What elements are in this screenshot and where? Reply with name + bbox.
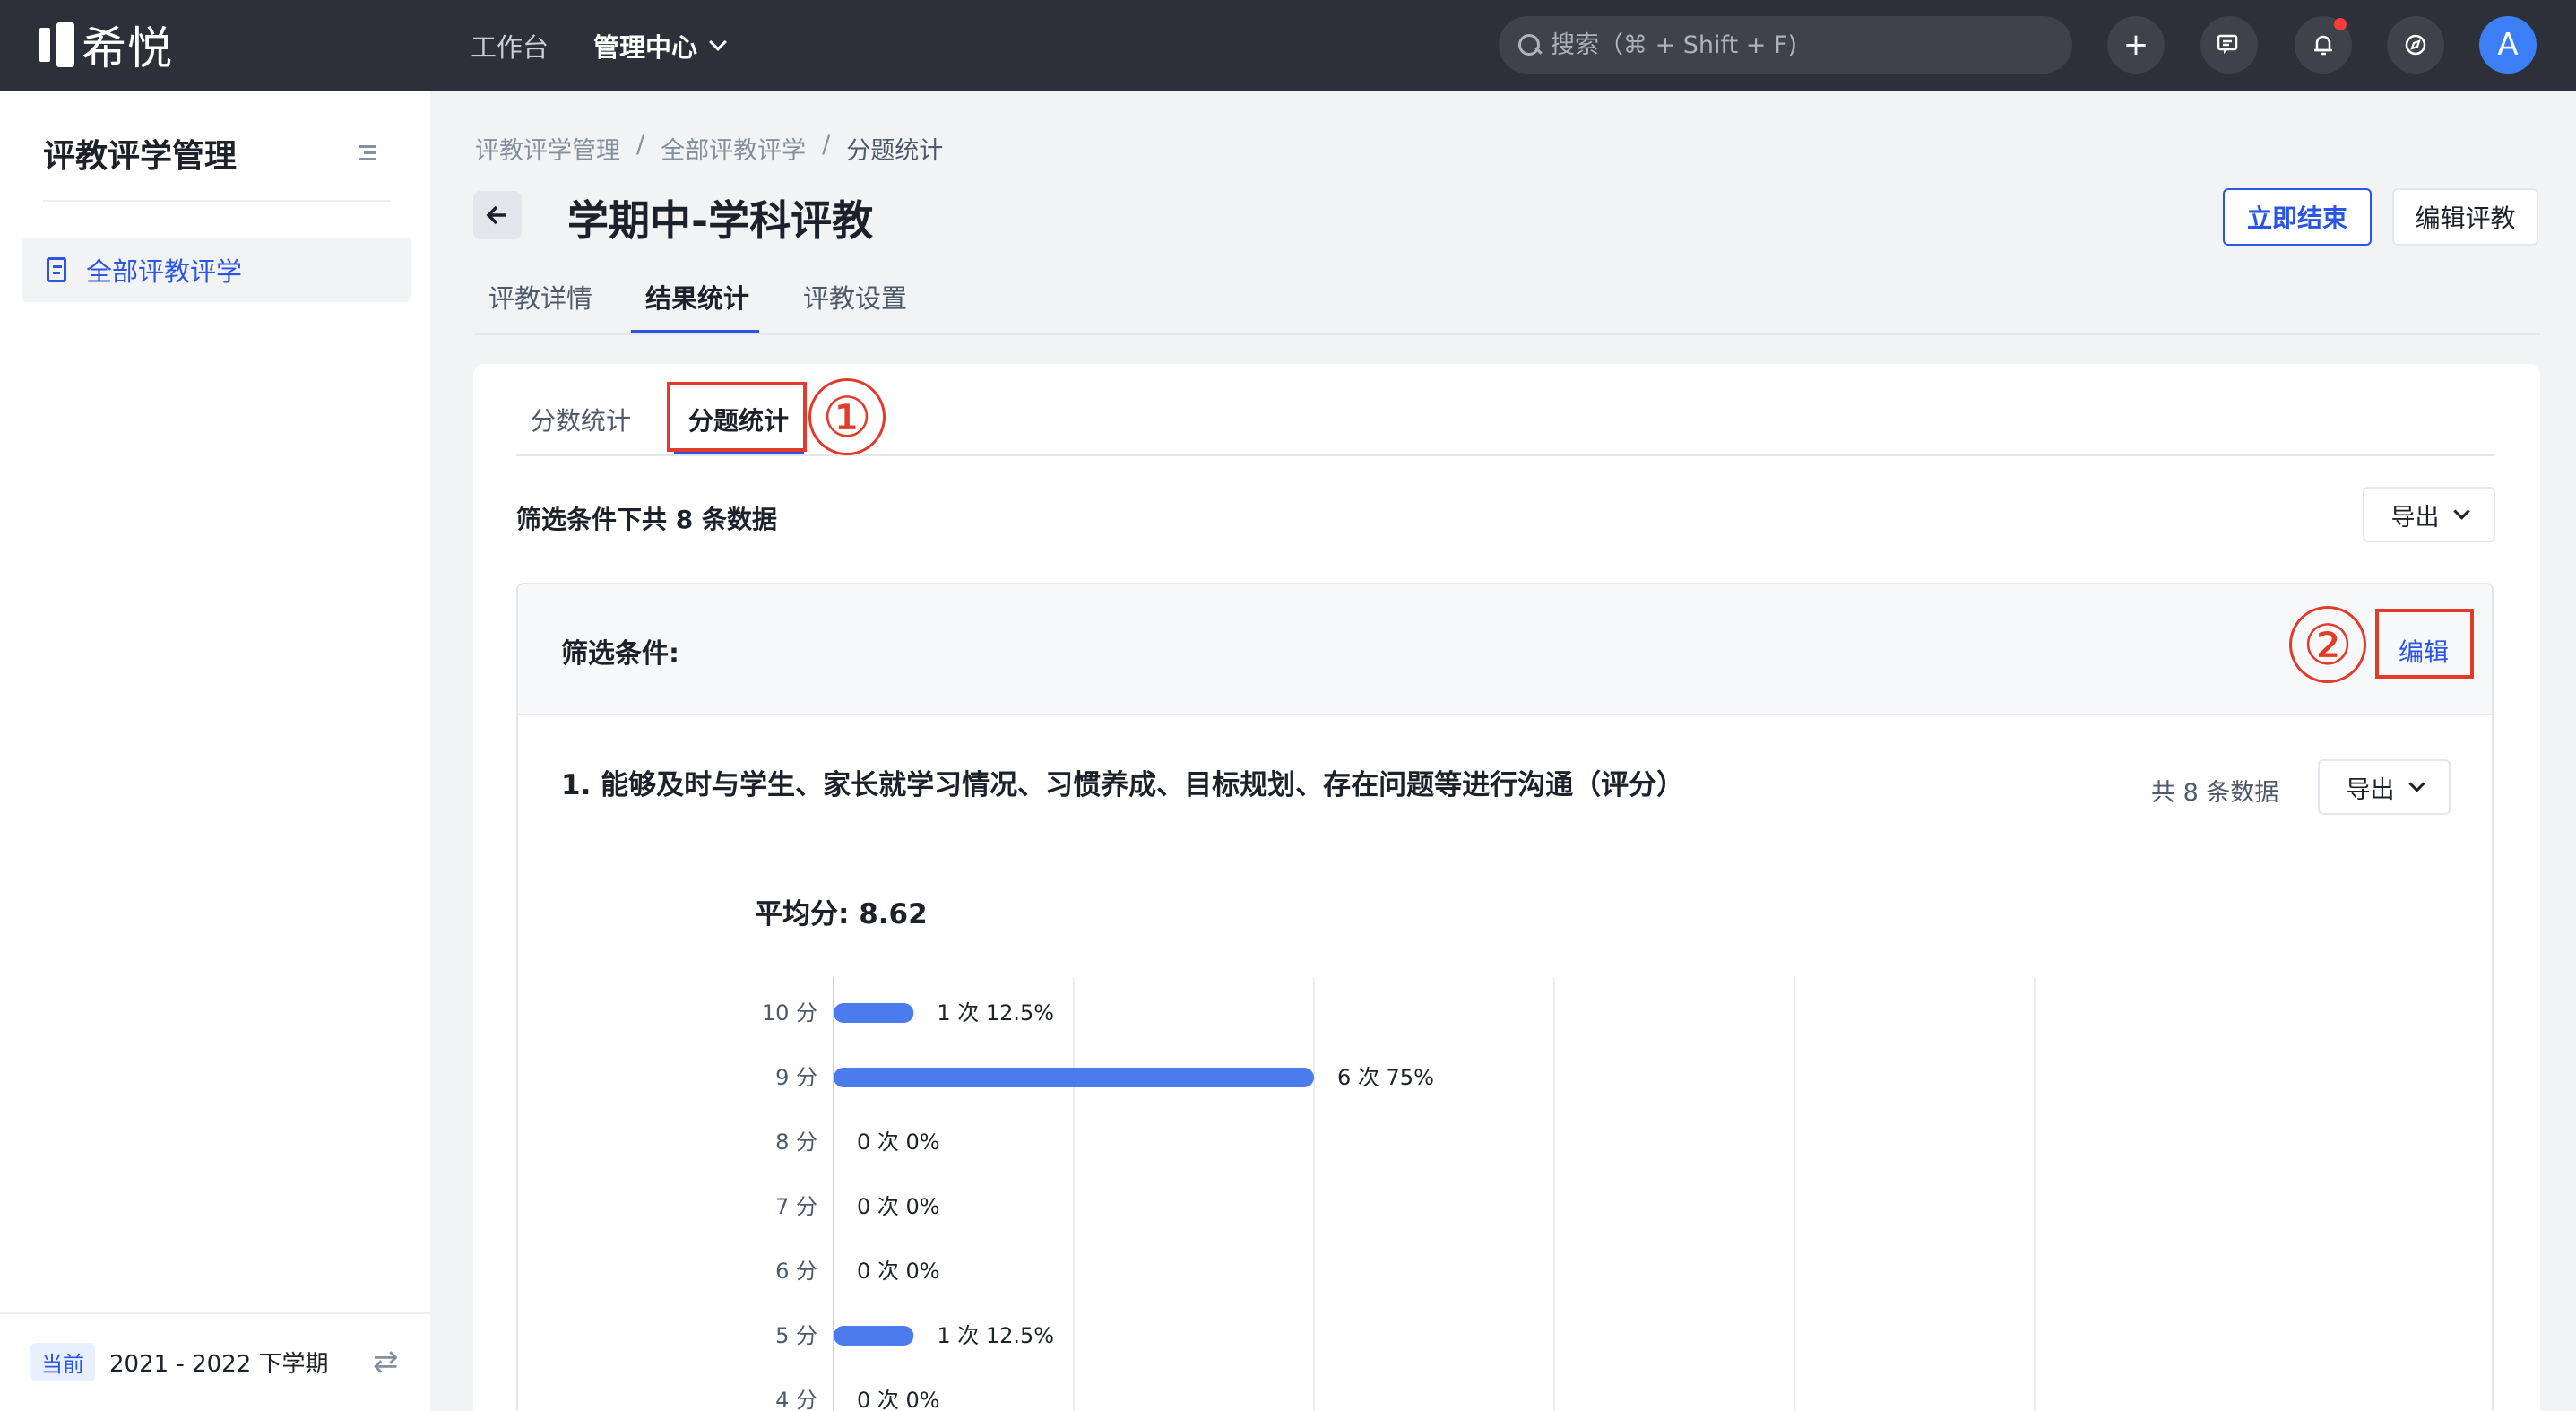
y-tick-label: 9 分 [775, 1065, 817, 1090]
chevron-down-icon [2407, 775, 2425, 792]
data-label: 6 次 75% [1337, 1065, 1434, 1090]
notification-button[interactable] [2295, 16, 2352, 74]
bell-icon [2314, 35, 2332, 56]
message-button[interactable] [2200, 16, 2258, 74]
search-input[interactable] [1551, 30, 2053, 59]
export-button[interactable]: 导出 [2363, 487, 2495, 542]
data-label: 1 次 12.5% [937, 1323, 1054, 1348]
page-tabs: 评教详情 结果统计 评教设置 [475, 278, 2540, 335]
chevron-down-icon [2452, 502, 2470, 520]
page-title: 学期中-学科评教 [567, 196, 874, 245]
bar [834, 1326, 914, 1346]
annotation-marker-2: ② [2289, 606, 2366, 683]
active-tab-indicator [631, 330, 759, 333]
sidebar-item-label: 全部评教评学 [86, 256, 243, 287]
breadcrumb-separator: / [636, 131, 645, 159]
sidebar-footer-divider [0, 1312, 430, 1314]
compass-icon [2405, 34, 2426, 56]
filter-label: 筛选条件: [561, 638, 679, 670]
current-tag: 当前 [30, 1343, 95, 1381]
annotation-marker-1: ① [808, 378, 886, 455]
notification-dot [2334, 18, 2347, 30]
subtab-score-statistics[interactable]: 分数统计 [531, 402, 631, 437]
sidebar-title: 评教评学管理 [43, 138, 238, 175]
sidebar: 评教评学管理 全部评教评学 当前 2021 - 2022 下学期 ⇄ [0, 91, 430, 1411]
y-tick-label: 6 分 [775, 1259, 817, 1284]
top-nav: 工作台 管理中心 [471, 0, 727, 91]
y-tick-label: 8 分 [775, 1130, 817, 1155]
highlight-box [667, 382, 807, 452]
question-title: 1. 能够及时与学生、家长就学习情况、习惯养成、目标规划、存在问题等进行沟通（评… [561, 769, 1685, 801]
export-label: 导出 [2346, 775, 2395, 804]
logo-icon [39, 22, 74, 67]
highlight-box [2375, 609, 2474, 679]
y-tick-label: 10 分 [762, 1000, 817, 1026]
avatar[interactable]: A [2479, 16, 2537, 74]
document-icon [47, 257, 66, 282]
tab-result-statistics[interactable]: 结果统计 [645, 278, 749, 316]
data-label: 0 次 0% [857, 1259, 940, 1284]
breadcrumb-current: 分题统计 [846, 137, 944, 165]
export-label: 导出 [2390, 503, 2440, 532]
breadcrumb-separator: / [822, 131, 831, 159]
brand-name: 希悦 [82, 22, 173, 74]
end-now-button[interactable]: 立即结束 [2223, 188, 2372, 246]
sidebar-item-all-evaluations[interactable]: 全部评教评学 [22, 238, 411, 302]
y-tick-label: 4 分 [775, 1388, 817, 1411]
nav-management-label: 管理中心 [593, 31, 698, 63]
sidebar-divider [43, 200, 391, 202]
breadcrumb-item[interactable]: 评教评学管理 [475, 131, 620, 166]
edit-evaluation-button[interactable]: 编辑评教 [2392, 188, 2538, 246]
subtab-divider [516, 454, 2494, 456]
help-button[interactable] [2387, 16, 2444, 74]
breadcrumb-item[interactable]: 全部评教评学 [661, 131, 806, 166]
chevron-down-icon [709, 32, 727, 51]
nav-workbench[interactable]: 工作台 [471, 27, 549, 65]
add-button[interactable]: + [2107, 16, 2165, 74]
data-label: 0 次 0% [857, 1388, 940, 1411]
question-export-button[interactable]: 导出 [2318, 759, 2451, 815]
search-bar[interactable] [1499, 16, 2072, 74]
bar [834, 1003, 914, 1023]
data-label: 1 次 12.5% [937, 1000, 1054, 1026]
collapse-menu-icon[interactable] [353, 143, 378, 164]
question-count: 共 8 条数据 [2151, 779, 2279, 807]
result-count: 筛选条件下共 8 条数据 [516, 505, 777, 534]
arrow-left-icon [486, 205, 506, 225]
score-distribution-chart: 10 分 1 次 12.5% 9 分 6 次 75% 8 分 0 次 0% 7 分 0 次 0… [762, 977, 2036, 1411]
bar [834, 1068, 1314, 1087]
term-label: 2021 - 2022 下学期 [109, 1351, 329, 1378]
data-label: 0 次 0% [857, 1194, 940, 1219]
chat-icon [2217, 34, 2238, 54]
y-tick-label: 5 分 [775, 1323, 817, 1348]
search-icon [1517, 32, 1542, 57]
data-label: 0 次 0% [857, 1130, 940, 1155]
top-bar: 希悦 工作台 管理中心 + A [0, 0, 2576, 91]
back-button[interactable] [473, 191, 522, 239]
y-tick-label: 7 分 [775, 1194, 817, 1219]
breadcrumb: 评教评学管理 / 全部评教评学 / 分题统计 [475, 131, 943, 166]
average-score: 平均分: 8.62 [755, 898, 928, 931]
tab-evaluation-details[interactable]: 评教详情 [488, 278, 592, 316]
plus-icon: + [2122, 27, 2149, 63]
term-selector: 当前 2021 - 2022 下学期 [30, 1343, 329, 1381]
tab-evaluation-settings[interactable]: 评教设置 [803, 278, 907, 316]
filter-header [518, 584, 2492, 715]
nav-management-center[interactable]: 管理中心 [593, 27, 727, 65]
swap-icon[interactable]: ⇄ [373, 1344, 399, 1380]
brand-logo[interactable]: 希悦 [39, 18, 173, 74]
